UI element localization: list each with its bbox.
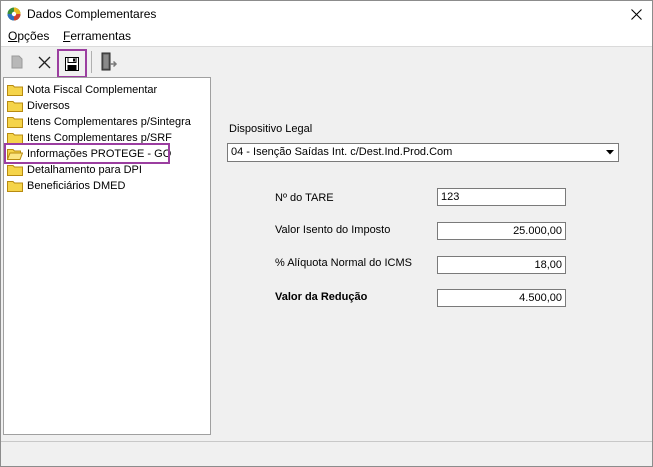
menu-opcoes-label: pções [17,29,50,43]
tare-label: Nº do TARE [275,192,334,204]
tree-item-dpi[interactable]: Detalhamento para DPI [7,162,142,177]
menu-ferramentas-label: erramentas [70,29,132,43]
menu-ferramentas[interactable]: Ferramentas [63,29,131,43]
folder-icon [7,116,23,128]
close-button[interactable] [622,1,650,27]
tree-item-label: Diversos [27,99,70,112]
tree-item-label: Itens Complementares p/SRF [27,131,172,144]
dispositivo-legal-select[interactable]: 04 - Isenção Saídas Int. c/Dest.Ind.Prod… [227,143,619,162]
tree-item-label: Beneficiários DMED [27,179,126,192]
tree-item-label: Nota Fiscal Complementar [27,83,158,96]
valor-reducao-label: Valor da Redução [275,291,368,303]
aliquota-label: % Alíquota Normal do ICMS [275,257,412,269]
tree-item-protege-go[interactable]: Informações PROTEGE - GO [4,143,171,164]
new-button[interactable] [5,50,29,74]
exit-button[interactable] [97,50,121,74]
x-icon [38,56,50,68]
folder-icon [7,100,23,112]
tree-item-diversos[interactable]: Diversos [7,98,70,113]
dropdown-arrow-button[interactable] [601,144,618,161]
save-button[interactable] [57,49,87,78]
valor-reducao-input[interactable] [437,289,566,307]
tree-item-label: Detalhamento para DPI [27,163,142,176]
tree-item-label: Itens Complementares p/Sintegra [27,115,191,128]
toolbar [1,46,652,78]
menu-opcoes[interactable]: Opções [8,29,49,43]
folder-icon [7,84,23,96]
folder-open-icon [7,148,23,160]
floppy-disk-icon [65,56,79,71]
aliquota-input[interactable] [437,256,566,274]
tree-item-nota-fiscal[interactable]: Nota Fiscal Complementar [7,82,157,97]
document-icon [11,55,23,69]
tare-input[interactable] [437,188,566,206]
close-icon [630,8,642,20]
tree-item-sintegra[interactable]: Itens Complementares p/Sintegra [7,114,191,129]
door-exit-icon [101,52,118,71]
menu-opcoes-mnemonic: O [8,29,18,43]
chevron-down-icon [605,150,614,155]
folder-icon [7,180,23,192]
section-tree: Nota Fiscal Complementar Diversos Itens … [3,77,211,435]
window: Dados Complementares Opções Ferramentas [0,0,653,467]
app-logo-icon [7,7,21,21]
dispositivo-legal-label: Dispositivo Legal [229,123,313,135]
dispositivo-legal-value: 04 - Isenção Saídas Int. c/Dest.Ind.Prod… [231,146,453,158]
toolbar-separator [91,51,92,73]
menu-bar: Opções Ferramentas [1,29,652,46]
tree-item-srf[interactable]: Itens Complementares p/SRF [7,130,172,145]
status-bar [1,441,652,466]
tree-item-label: Informações PROTEGE - GO [27,147,172,160]
tree-item-dmed[interactable]: Beneficiários DMED [7,178,125,193]
folder-icon [7,164,23,176]
window-title: Dados Complementares [27,7,157,21]
folder-icon [7,132,23,144]
valor-isento-label: Valor Isento do Imposto [275,224,391,236]
delete-button[interactable] [32,50,56,74]
valor-isento-input[interactable] [437,222,566,240]
title-bar: Dados Complementares [1,1,652,29]
